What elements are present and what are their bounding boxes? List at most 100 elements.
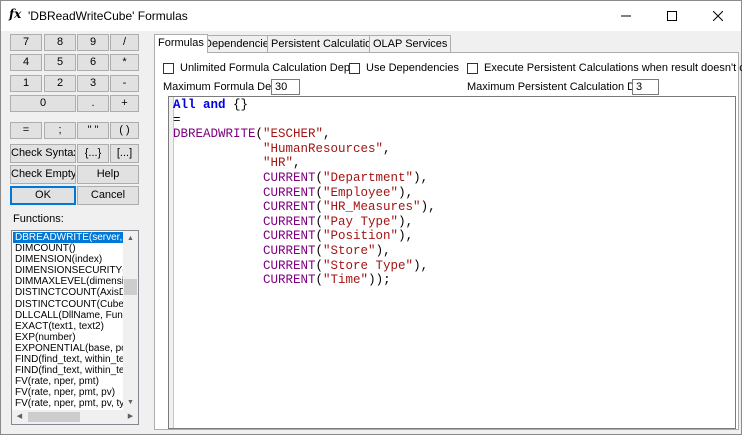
function-current: CURRENT <box>263 243 316 258</box>
function-current: CURRENT <box>263 214 316 229</box>
maximize-button[interactable] <box>649 1 695 31</box>
function-list-item[interactable]: DBREADWRITE(server, da <box>13 232 124 244</box>
function-list-item[interactable]: FIND(find_text, within_text) <box>13 354 124 365</box>
function-list-item[interactable]: FV(rate, nper, pmt, pv, type <box>13 398 124 409</box>
function-list-item[interactable]: DISTINCTCOUNT(Cube, A <box>13 299 124 310</box>
key-parentheses[interactable]: ( ) <box>110 122 139 139</box>
key-divide[interactable]: / <box>110 34 139 51</box>
function-list-item[interactable]: EXACT(text1, text2) <box>13 321 124 332</box>
key-9[interactable]: 9 <box>77 34 109 51</box>
key-6[interactable]: 6 <box>77 54 109 71</box>
arg-server: "ESCHER" <box>263 127 324 142</box>
function-list-item[interactable]: DIMCOUNT() <box>13 243 124 254</box>
functions-items: DBREADWRITE(server, daDIMCOUNT()DIMENSIO… <box>13 232 124 410</box>
formulas-dialog: fx 'DBReadWriteCube' Formulas 7 8 9 / 4 … <box>0 0 742 435</box>
current-arg: "Time" <box>323 273 369 288</box>
key-multiply[interactable]: * <box>110 54 139 71</box>
function-current: CURRENT <box>263 185 316 200</box>
key-equals[interactable]: = <box>10 122 42 139</box>
max-persistent-label: Maximum Persistent Calculation Depth: <box>467 81 660 93</box>
scroll-up-icon[interactable]: ▲ <box>123 231 138 246</box>
key-7[interactable]: 7 <box>10 34 42 51</box>
function-list-item[interactable]: DLLCALL(DllName, Functic <box>13 310 124 321</box>
function-dbreadwrite: DBREADWRITE <box>173 127 256 142</box>
current-arg: "HR_Measures" <box>323 200 421 215</box>
formula-editor[interactable]: All and {} = DBREADWRITE("ESCHER", "Huma… <box>168 96 736 429</box>
functions-label: Functions: <box>13 213 64 225</box>
function-list-item[interactable]: DISTINCTCOUNT(AxisDim <box>13 287 124 298</box>
function-list-item[interactable]: EXP(number) <box>13 332 124 343</box>
ok-button[interactable]: OK <box>10 186 76 205</box>
equals-sign: = <box>173 112 181 127</box>
current-arg: "Store" <box>323 243 376 258</box>
current-arg: "Position" <box>323 229 399 244</box>
function-list-item[interactable]: FIND(find_text, within_text, <box>13 365 124 376</box>
check-empty-button[interactable]: Check Empty <box>10 165 76 184</box>
functions-list[interactable]: DBREADWRITE(server, daDIMCOUNT()DIMENSIO… <box>11 230 139 411</box>
function-current: CURRENT <box>263 258 316 273</box>
function-current: CURRENT <box>263 229 316 244</box>
scroll-left-icon[interactable]: ◀ <box>12 410 27 424</box>
brackets-button[interactable]: [...] <box>110 144 139 163</box>
function-list-item[interactable]: FV(rate, nper, pmt) <box>13 376 124 387</box>
current-arg: "Pay Type" <box>323 214 399 229</box>
tab-formulas[interactable]: Formulas <box>154 34 208 53</box>
keyword-all: All <box>173 98 196 112</box>
hscroll-thumb[interactable] <box>28 412 80 422</box>
max-persistent-input[interactable]: 3 <box>632 79 659 95</box>
function-current: CURRENT <box>263 170 316 185</box>
scroll-thumb[interactable] <box>124 279 137 295</box>
functions-vertical-scrollbar[interactable]: ▲ ▼ <box>123 231 138 410</box>
function-current: CURRENT <box>263 273 316 288</box>
key-quotes[interactable]: " " <box>77 122 109 139</box>
function-list-item[interactable]: EXPONENTIAL(base, powe <box>13 343 124 354</box>
max-depth-input[interactable]: 30 <box>271 79 300 95</box>
key-8[interactable]: 8 <box>44 34 76 51</box>
checkbox-box[interactable] <box>467 62 478 74</box>
current-arg: "Store Type" <box>323 258 414 273</box>
checkbox-box[interactable] <box>349 62 360 74</box>
help-button[interactable]: Help <box>77 165 139 184</box>
key-minus[interactable]: - <box>110 75 139 92</box>
key-0[interactable]: 0 <box>10 95 76 112</box>
key-5[interactable]: 5 <box>44 54 76 71</box>
check-syntax-button[interactable]: Check Syntax <box>10 144 76 163</box>
key-4[interactable]: 4 <box>10 54 42 71</box>
execute-persistent-checkbox[interactable]: Execute Persistent Calculations when res… <box>467 62 742 74</box>
function-list-item[interactable]: DIMMAXLEVEL(dimension) <box>13 276 124 287</box>
use-dependencies-checkbox[interactable]: Use Dependencies <box>349 62 459 74</box>
key-2[interactable]: 2 <box>44 75 76 92</box>
arg-cube: "HR" <box>263 156 294 171</box>
key-decimal[interactable]: . <box>77 95 109 112</box>
keyword-and: and <box>203 98 226 112</box>
function-list-item[interactable]: DIMENSIONSECURITY(dim <box>13 265 124 276</box>
checkbox-box[interactable] <box>163 62 174 74</box>
execute-persistent-label: Execute Persistent Calculations when res… <box>484 62 742 74</box>
key-3[interactable]: 3 <box>77 75 109 92</box>
use-dependencies-label: Use Dependencies <box>366 62 459 74</box>
arg-database: "HumanResources" <box>263 141 384 156</box>
function-list-item[interactable]: FV(rate, nper, pmt, pv) <box>13 387 124 398</box>
unlimited-depth-label: Unlimited Formula Calculation Depth <box>180 62 360 74</box>
function-list-item[interactable]: DIMENSION(index) <box>13 254 124 265</box>
function-current: CURRENT <box>263 200 316 215</box>
scroll-down-icon[interactable]: ▼ <box>123 395 138 410</box>
area-braces: {} <box>225 98 249 112</box>
close-button[interactable] <box>695 1 741 31</box>
title-bar: fx 'DBReadWriteCube' Formulas <box>1 1 741 31</box>
formula-code: All and {} = DBREADWRITE("ESCHER", "Huma… <box>173 98 436 288</box>
fx-icon: fx <box>9 7 22 21</box>
window-title: 'DBReadWriteCube' Formulas <box>28 9 188 23</box>
functions-horizontal-scrollbar[interactable]: ◀ ▶ <box>11 410 139 425</box>
unlimited-depth-checkbox[interactable]: Unlimited Formula Calculation Depth <box>163 62 359 74</box>
minimize-button[interactable] <box>603 1 649 31</box>
tab-olap-services[interactable]: OLAP Services <box>369 35 452 52</box>
key-plus[interactable]: + <box>110 95 139 112</box>
scroll-right-icon[interactable]: ▶ <box>123 410 138 424</box>
cancel-button[interactable]: Cancel <box>77 186 139 205</box>
key-1[interactable]: 1 <box>10 75 42 92</box>
braces-button[interactable]: {...} <box>77 144 109 163</box>
current-arg: "Employee" <box>323 185 399 200</box>
current-arg: "Department" <box>323 170 414 185</box>
key-semicolon[interactable]: ; <box>44 122 76 139</box>
